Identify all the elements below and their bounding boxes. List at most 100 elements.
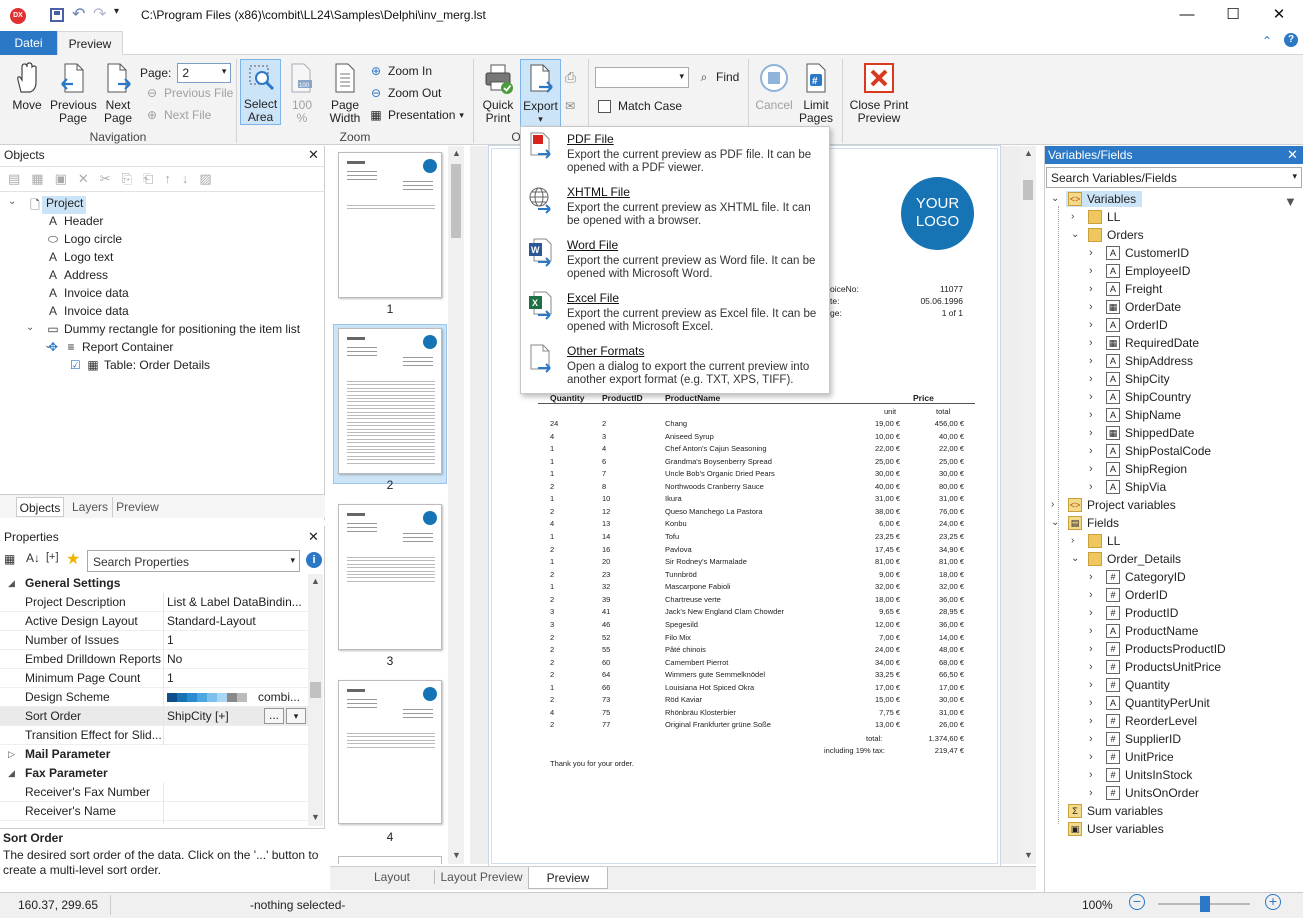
previous-file-button[interactable]: ⊖ Previous File [144, 85, 233, 101]
property-row[interactable]: Sort Order ShipCity [+]... ▾ [0, 707, 308, 726]
chevron-right-icon[interactable]: › [1071, 532, 1074, 550]
variable-item[interactable]: ⌄ Orders [1045, 226, 1285, 244]
close-icon[interactable]: ✕ [308, 147, 319, 163]
checkbox-icon[interactable]: ☑ [70, 358, 81, 372]
undo-icon[interactable]: ↶ [72, 4, 85, 24]
chevron-down-icon[interactable]: ▾ [286, 708, 306, 724]
tree-item[interactable]: A Address [0, 268, 325, 286]
sort-alpha-icon[interactable]: A↓ [26, 551, 40, 565]
minimize-button[interactable]: — [1164, 0, 1210, 31]
page-thumbnail[interactable] [338, 856, 442, 864]
chevron-down-icon[interactable]: ⌄ [1051, 190, 1059, 208]
chevron-right-icon[interactable]: › [1089, 424, 1093, 442]
chevron-right-icon[interactable]: › [1089, 388, 1093, 406]
close-button[interactable]: ✕ [1256, 0, 1302, 31]
property-section[interactable]: ◢ General Settings [0, 574, 308, 593]
tab-preview[interactable]: Preview [57, 31, 123, 56]
maximize-button[interactable]: ☐ [1210, 0, 1256, 31]
variable-item[interactable]: › ▦ RequiredDate [1045, 334, 1285, 352]
chevron-right-icon[interactable]: › [1089, 280, 1093, 298]
chevron-right-icon[interactable]: › [1089, 370, 1093, 388]
chevron-right-icon[interactable]: › [1089, 658, 1093, 676]
thumbnails-scrollbar[interactable]: ▲ ▼ [448, 146, 464, 864]
star-icon[interactable]: ★ [66, 549, 80, 569]
page-thumbnail[interactable] [338, 504, 442, 650]
tab-objects[interactable]: Objects [16, 497, 64, 517]
chevron-right-icon[interactable]: › [1071, 208, 1074, 226]
property-row[interactable]: Receiver's Fax Number [0, 783, 308, 802]
export-menu-item[interactable]: X Excel File Export the current preview as… [522, 288, 828, 340]
close-print-preview-button[interactable]: Close Print Preview [848, 61, 910, 125]
tree-item[interactable]: ⌄ ✥ ≡ Report Container [0, 340, 325, 358]
property-row[interactable]: Minimum Page Count 1 [0, 669, 308, 688]
property-row[interactable]: Project Description List & Label DataBind… [0, 593, 308, 612]
search-variables-input[interactable]: Search Variables/Fields ▾ [1046, 167, 1302, 188]
app-icon[interactable]: DX [10, 8, 26, 24]
variable-item[interactable]: › # CategoryID [1045, 568, 1285, 586]
variable-item[interactable]: › # SupplierID [1045, 730, 1285, 748]
ellipsis-button[interactable]: ... [264, 708, 284, 724]
chevron-right-icon[interactable]: › [1089, 748, 1093, 766]
find-button[interactable]: ⌕ Find [696, 69, 740, 85]
zoom-in-icon[interactable]: + [1265, 894, 1281, 910]
variable-item[interactable]: › A Freight [1045, 280, 1285, 298]
page-thumbnail[interactable] [338, 328, 442, 474]
presentation-button[interactable]: ▦ Presentation ▾ [368, 107, 464, 123]
limit-pages-button[interactable]: # Limit Pages [796, 61, 836, 125]
chevron-right-icon[interactable]: › [1089, 586, 1093, 604]
zoom-in-button[interactable]: ⊕ Zoom In [368, 63, 432, 79]
chevron-right-icon[interactable]: › [1089, 604, 1093, 622]
properties-scrollbar[interactable]: ▲ ▼ [308, 574, 323, 826]
match-case-checkbox[interactable]: Match Case [598, 99, 682, 113]
variable-item[interactable]: › A ShipAddress [1045, 352, 1285, 370]
tree-item[interactable]: A Invoice data [0, 304, 325, 322]
chevron-down-icon[interactable]: ⌄ [1071, 226, 1079, 244]
variable-item[interactable]: › A OrderID [1045, 316, 1285, 334]
property-row[interactable]: Embed Drilldown Reports No [0, 650, 308, 669]
categorized-icon[interactable]: ▦ [4, 552, 15, 566]
chevron-right-icon[interactable]: › [1089, 640, 1093, 658]
variable-item[interactable]: › A ShipRegion [1045, 460, 1285, 478]
chevron-right-icon[interactable]: › [1089, 352, 1093, 370]
help-icon[interactable]: ? [1284, 33, 1298, 47]
preview-scrollbar[interactable]: ▲ ▼ [1020, 146, 1036, 864]
variable-item[interactable]: › A ShipCity [1045, 370, 1285, 388]
move-icon[interactable]: ✥ [48, 340, 58, 354]
variable-item[interactable]: › A CustomerID [1045, 244, 1285, 262]
zoom-100-button[interactable]: 100 100 % [287, 61, 317, 125]
chevron-right-icon[interactable]: › [1051, 496, 1054, 514]
variable-item[interactable]: › A ShipVia [1045, 478, 1285, 496]
export-menu-item[interactable]: Other Formats Open a dialog to export the… [522, 341, 828, 393]
variable-item[interactable]: › # UnitsInStock [1045, 766, 1285, 784]
variable-item[interactable]: › A ProductName [1045, 622, 1285, 640]
tree-item[interactable]: A Header [0, 214, 325, 232]
variable-item[interactable]: › # ReorderLevel [1045, 712, 1285, 730]
chevron-right-icon[interactable]: › [1089, 460, 1093, 478]
variable-item[interactable]: ⌄ ▤ Fields [1045, 514, 1285, 532]
property-row[interactable]: Design Scheme combi... [0, 688, 308, 707]
search-properties-input[interactable]: Search Properties ▾ [87, 550, 300, 572]
export-menu-item[interactable]: PDF File Export the current preview as PD… [522, 129, 828, 181]
tree-item[interactable]: ☑ ▦ Table: Order Details [0, 358, 325, 376]
chevron-right-icon[interactable]: › [1089, 442, 1093, 460]
collapse-ribbon-icon[interactable]: ⌃ [1262, 34, 1272, 48]
variable-item[interactable]: › # ProductsUnitPrice [1045, 658, 1285, 676]
print-icon[interactable]: ⎙ [565, 69, 576, 86]
tab-layout-preview[interactable]: Layout Preview [434, 870, 528, 884]
property-section[interactable]: ◢ Fax Parameter [0, 764, 308, 783]
zoom-slider-thumb[interactable] [1200, 896, 1210, 912]
tree-item[interactable]: ⌄ 🗋 Project [0, 196, 325, 214]
chevron-right-icon[interactable]: › [1089, 478, 1093, 496]
export-menu-item[interactable]: W Word File Export the current preview as … [522, 235, 828, 287]
variable-item[interactable]: › # UnitPrice [1045, 748, 1285, 766]
tab-preview-view[interactable]: Preview [528, 867, 608, 889]
cancel-button[interactable]: Cancel [753, 61, 795, 112]
close-icon[interactable]: ✕ [1287, 147, 1298, 163]
chevron-down-icon[interactable]: ⌄ [26, 322, 34, 333]
chevron-right-icon[interactable]: › [1089, 622, 1093, 640]
redo-icon[interactable]: ↷ [93, 4, 106, 24]
page-width-button[interactable]: Page Width [324, 61, 366, 125]
next-file-button[interactable]: ⊕ Next File [144, 107, 211, 123]
variable-item[interactable]: › # ProductID [1045, 604, 1285, 622]
chevron-right-icon[interactable]: › [1089, 262, 1093, 280]
